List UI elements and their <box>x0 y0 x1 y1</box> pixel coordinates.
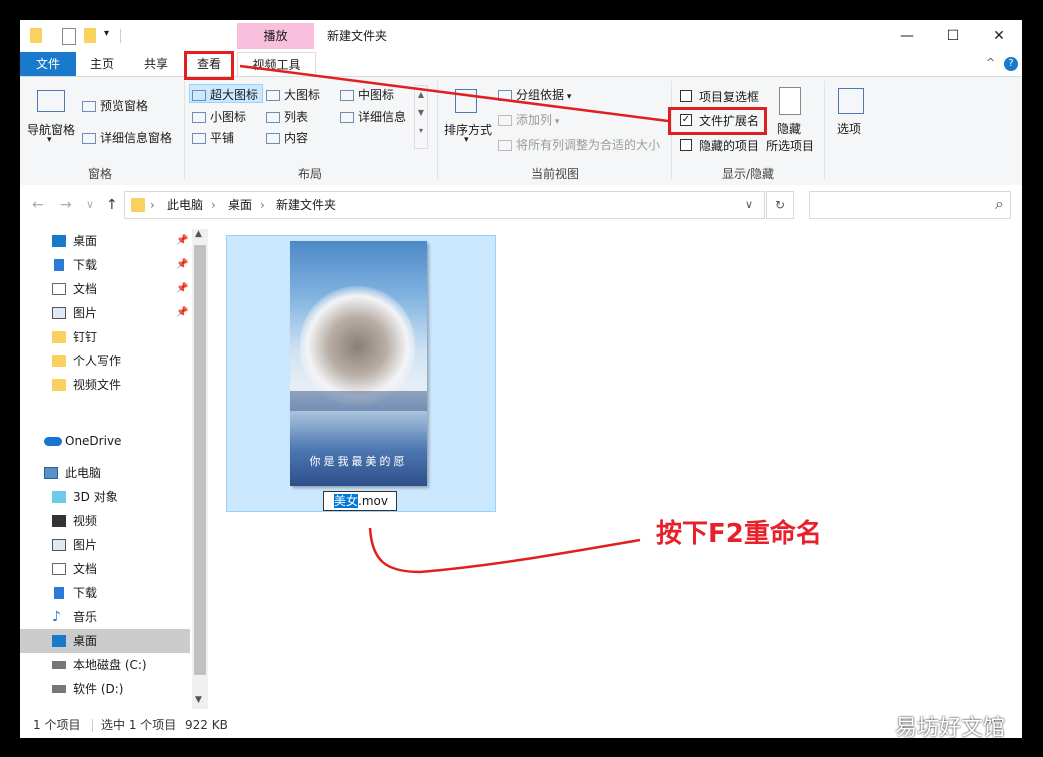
annotation-line <box>239 64 669 123</box>
watermark: 易坊好文馆 <box>895 716 1006 741</box>
annotation-arrows <box>239 64 669 574</box>
annotation-curve <box>368 527 641 574</box>
annotation-text: 按下F2重命名 <box>656 519 822 549</box>
